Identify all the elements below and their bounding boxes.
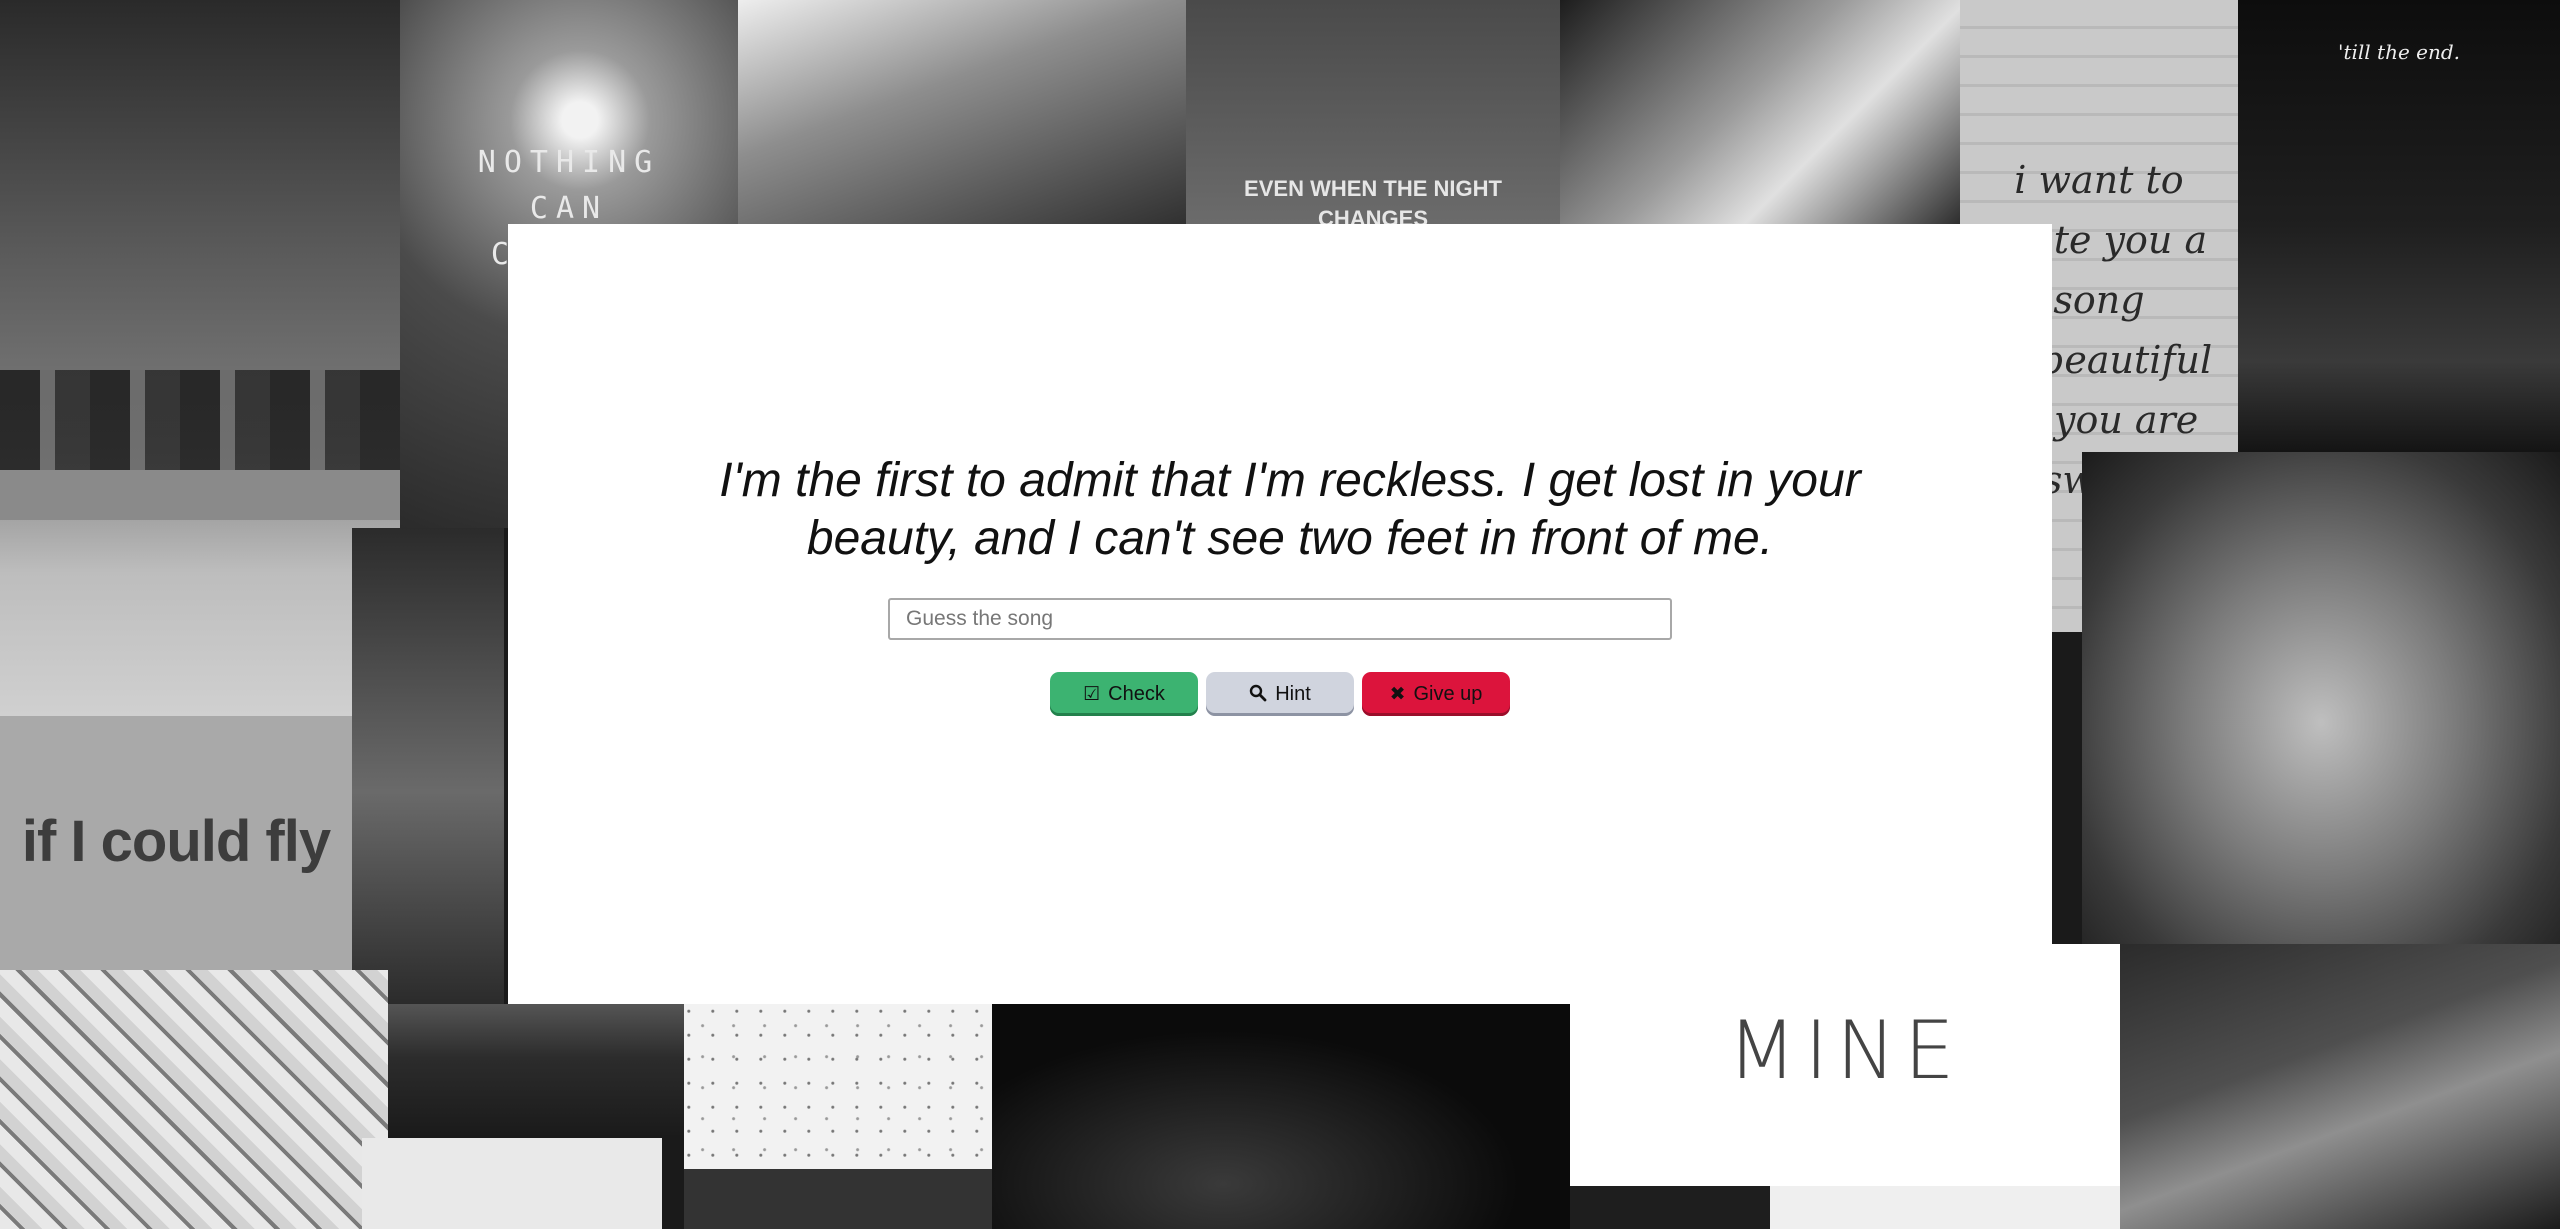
pool-ledge [0, 470, 400, 520]
snow-photo [684, 1004, 992, 1229]
song-guess-input[interactable] [888, 598, 1672, 640]
till-the-end-photo: 'till the end. [2238, 0, 2560, 452]
concert-photo [2120, 944, 2560, 1229]
give-up-button-label: Give up [1413, 683, 1483, 705]
give-up-button[interactable]: ✖ Give up [1362, 672, 1510, 716]
lyric-quote: I'm the first to admit that I'm reckless… [719, 454, 1861, 565]
mine-bottom-strip [1570, 1186, 2120, 1229]
floor-photo [0, 970, 388, 1229]
check-button[interactable]: ☑ Check [1050, 672, 1198, 716]
hand-photo [1560, 0, 1960, 228]
hint-button[interactable]: Hint [1206, 672, 1354, 716]
night-changes-text: EVEN WHEN THE NIGHT CHANGES [1244, 176, 1502, 228]
close-icon: ✖ [1389, 684, 1406, 705]
band-group-photo [2082, 452, 2560, 944]
stage-performer-photo [352, 528, 504, 1008]
stage-photo [388, 1004, 684, 1138]
band-hug-photo [738, 0, 1186, 228]
action-buttons: ☑ Check Hint ✖ Give up [508, 672, 2052, 716]
hint-button-label: Hint [1275, 683, 1311, 705]
check-button-label: Check [1108, 683, 1165, 705]
check-square-icon: ☑ [1083, 684, 1101, 705]
band-pool-photo [0, 0, 400, 716]
till-the-end-text: 'till the end. [2337, 40, 2461, 64]
if-i-could-fly-text: if I could fly [21, 809, 331, 874]
if-i-could-fly-photo: if I could fly [0, 716, 352, 970]
search-icon [1249, 673, 1267, 717]
crowd-photo [992, 1004, 1570, 1229]
mine-text: MINE [1727, 1004, 1963, 1097]
band-members [0, 370, 400, 480]
night-changes-photo: EVEN WHEN THE NIGHT CHANGES [1186, 0, 1560, 228]
quiz-modal: I'm the first to admit that I'm reckless… [508, 224, 2052, 1004]
snow-photo-base [684, 1169, 992, 1229]
light-tile [362, 1138, 662, 1229]
